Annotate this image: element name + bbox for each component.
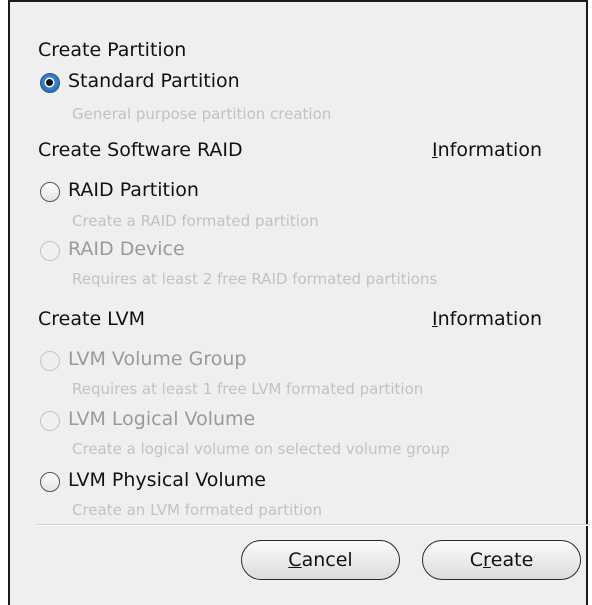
lvm-volume-group-label: LVM Volume Group <box>68 348 247 370</box>
create-mnemonic: r <box>482 549 491 571</box>
create-raid-heading: Create Software RAID <box>38 139 243 161</box>
lvm-logical-volume-description: Create a logical volume on selected volu… <box>72 440 450 458</box>
create-partition-heading: Create Partition <box>38 39 187 61</box>
standard-partition-radio[interactable] <box>40 73 60 93</box>
create-storage-dialog: Create Partition Standard Partition Gene… <box>8 0 590 605</box>
raid-information-label: nformation <box>437 139 542 161</box>
raid-partition-description: Create a RAID formated partition <box>72 212 319 230</box>
radio-selected-dot <box>46 79 53 86</box>
lvm-logical-volume-label: LVM Logical Volume <box>68 408 256 430</box>
create-label-end: eate <box>490 549 534 571</box>
lvm-physical-volume-description: Create an LVM formated partition <box>72 501 322 519</box>
lvm-logical-volume-radio <box>40 411 60 431</box>
cancel-mnemonic: C <box>288 549 302 571</box>
lvm-information-label: nformation <box>437 308 542 330</box>
raid-information-button[interactable]: Information <box>432 139 542 161</box>
standard-partition-label[interactable]: Standard Partition <box>68 70 240 92</box>
raid-partition-radio[interactable] <box>40 182 60 202</box>
cancel-label: ancel <box>301 549 353 571</box>
lvm-physical-volume-radio[interactable] <box>40 472 60 492</box>
raid-device-description: Requires at least 2 free RAID formated p… <box>72 270 438 288</box>
create-label-start: C <box>469 549 483 571</box>
lvm-volume-group-description: Requires at least 1 free LVM formated pa… <box>72 380 424 398</box>
raid-partition-label[interactable]: RAID Partition <box>68 179 199 201</box>
button-separator <box>36 524 590 526</box>
cancel-button[interactable]: Cancel <box>241 540 400 580</box>
raid-device-label: RAID Device <box>68 238 185 260</box>
lvm-physical-volume-label[interactable]: LVM Physical Volume <box>68 469 266 491</box>
create-button[interactable]: Cr eate <box>422 540 581 580</box>
create-lvm-heading: Create LVM <box>38 308 146 330</box>
lvm-information-button[interactable]: Information <box>432 308 542 330</box>
lvm-volume-group-radio <box>40 351 60 371</box>
raid-device-radio <box>40 241 60 261</box>
standard-partition-description: General purpose partition creation <box>72 105 332 123</box>
